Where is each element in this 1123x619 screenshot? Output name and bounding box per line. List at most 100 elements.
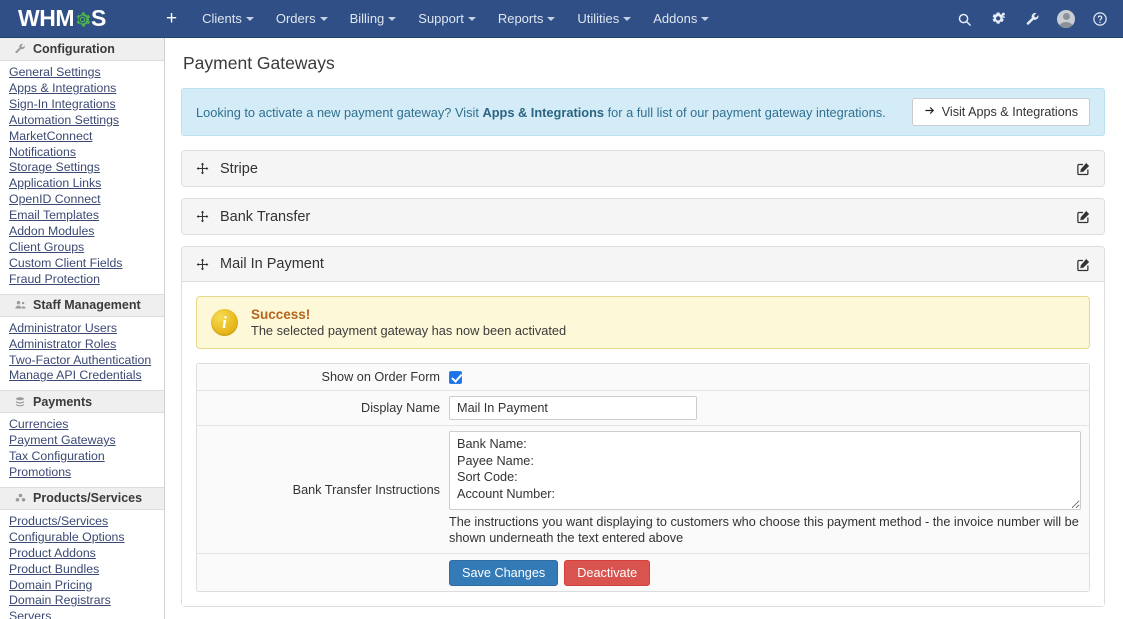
gateway-name-stripe: Stripe <box>220 160 258 177</box>
nav-menu-addons[interactable]: Addons <box>642 0 720 38</box>
gateway-name-bank-transfer: Bank Transfer <box>220 208 311 225</box>
sidebar-item-notifications[interactable]: Notifications <box>0 145 164 161</box>
sidebar-item-domain-registrars[interactable]: Domain Registrars <box>0 593 164 609</box>
sidebar-item-configurable-options[interactable]: Configurable Options <box>0 530 164 546</box>
nav-menu-billing[interactable]: Billing <box>339 0 408 38</box>
gateway-name-mail-in-payment: Mail In Payment <box>220 256 324 272</box>
page-title: Payment Gateways <box>183 53 335 73</box>
move-handle-icon[interactable] <box>196 162 209 175</box>
sidebar-item-marketconnect[interactable]: MarketConnect <box>0 129 164 145</box>
sidebar-item-client-groups[interactable]: Client Groups <box>0 240 164 256</box>
navbar-menu-list: + Clients Orders Billing Support Reports… <box>152 0 720 38</box>
coins-icon <box>12 396 28 408</box>
gateway-panel-bank-transfer-header[interactable]: Bank Transfer <box>182 199 1104 234</box>
sidebar-section-configuration: Configuration <box>0 38 164 61</box>
chevron-down-icon <box>388 17 397 22</box>
sidebar-item-manage-api-credentials[interactable]: Manage API Credentials <box>0 368 164 384</box>
bank-transfer-instructions-help: The instructions you want displaying to … <box>449 515 1079 545</box>
sidebar-item-product-bundles[interactable]: Product Bundles <box>0 562 164 578</box>
sidebar-item-custom-client-fields[interactable]: Custom Client Fields <box>0 256 164 272</box>
banner-text-after: for a full list of our payment gateway i… <box>604 104 886 120</box>
sidebar-list-configuration: General Settings Apps & Integrations Sig… <box>0 61 164 294</box>
nav-menu-reports[interactable]: Reports <box>487 0 567 38</box>
label-display-name: Display Name <box>361 401 440 415</box>
sidebar-item-administrator-roles[interactable]: Administrator Roles <box>0 337 164 353</box>
sidebar-section-configuration-label: Configuration <box>33 42 115 56</box>
sidebar-item-payment-gateways[interactable]: Payment Gateways <box>0 433 164 449</box>
save-changes-button[interactable]: Save Changes <box>449 560 559 586</box>
success-alert-message: The selected payment gateway has now bee… <box>251 323 567 338</box>
chevron-down-icon <box>245 17 254 22</box>
gateway-panel-mail-in-payment-body: i Success! The selected payment gateway … <box>182 282 1104 606</box>
move-handle-icon[interactable] <box>196 258 209 271</box>
sidebar: Configuration General Settings Apps & In… <box>0 38 165 619</box>
sidebar-section-staff-management-label: Staff Management <box>33 298 141 313</box>
sidebar-item-application-links[interactable]: Application Links <box>0 176 164 192</box>
edit-icon[interactable] <box>1076 257 1091 272</box>
chevron-down-icon <box>623 17 632 22</box>
nav-menu-support-label: Support <box>418 10 464 26</box>
nav-menu-clients[interactable]: Clients <box>191 0 265 38</box>
sidebar-list-staff-management: Administrator Users Administrator Roles … <box>0 317 164 391</box>
quick-add-button[interactable]: + <box>152 0 191 38</box>
sidebar-section-staff-management: Staff Management <box>0 293 164 317</box>
chevron-down-icon <box>467 17 476 22</box>
sidebar-item-tax-configuration[interactable]: Tax Configuration <box>0 449 164 465</box>
nav-menu-orders-label: Orders <box>275 10 316 26</box>
sidebar-item-domain-pricing[interactable]: Domain Pricing <box>0 578 164 594</box>
gateway-panel-mail-in-payment-header[interactable]: Mail In Payment <box>182 247 1104 282</box>
success-alert: i Success! The selected payment gateway … <box>196 296 1090 349</box>
sidebar-item-fraud-protection[interactable]: Fraud Protection <box>0 272 164 288</box>
banner-link-apps-integrations[interactable]: Apps & Integrations <box>482 105 604 120</box>
display-name-input[interactable] <box>449 396 697 420</box>
user-avatar-icon[interactable] <box>1049 0 1083 38</box>
search-icon[interactable] <box>947 0 981 38</box>
deactivate-button[interactable]: Deactivate <box>564 560 651 586</box>
gateway-panel-stripe-header[interactable]: Stripe <box>182 151 1104 186</box>
move-handle-icon[interactable] <box>196 210 209 223</box>
sidebar-item-servers[interactable]: Servers <box>0 609 164 619</box>
sidebar-item-addon-modules[interactable]: Addon Modules <box>0 224 164 240</box>
nav-menu-reports-label: Reports <box>497 10 544 26</box>
sidebar-item-administrator-users[interactable]: Administrator Users <box>0 321 164 337</box>
sidebar-item-sign-in-integrations[interactable]: Sign-In Integrations <box>0 97 164 113</box>
sidebar-item-products-services[interactable]: Products/Services <box>0 514 164 530</box>
form-row-bank-transfer-instructions: Bank Transfer Instructions Bank Name: Pa… <box>197 426 1089 554</box>
bank-transfer-instructions-textarea[interactable]: Bank Name: Payee Name: Sort Code: Accoun… <box>449 431 1081 510</box>
gateway-panel-stripe: Stripe <box>181 150 1105 187</box>
sidebar-item-general-settings[interactable]: General Settings <box>0 65 164 81</box>
sidebar-item-apps-integrations[interactable]: Apps & Integrations <box>0 81 164 97</box>
chevron-down-icon <box>547 17 556 22</box>
nav-menu-support[interactable]: Support <box>407 0 487 38</box>
sidebar-item-two-factor-authentication[interactable]: Two-Factor Authentication <box>0 353 164 369</box>
sidebar-item-automation-settings[interactable]: Automation Settings <box>0 113 164 129</box>
sidebar-item-currencies[interactable]: Currencies <box>0 417 164 433</box>
sidebar-item-email-templates[interactable]: Email Templates <box>0 208 164 224</box>
apps-integrations-banner: Looking to activate a new payment gatewa… <box>181 88 1105 136</box>
nav-menu-billing-label: Billing <box>349 10 385 26</box>
edit-icon[interactable] <box>1076 209 1091 224</box>
show-on-order-form-checkbox[interactable] <box>449 370 462 384</box>
sidebar-item-promotions[interactable]: Promotions <box>0 465 164 481</box>
gears-icon[interactable] <box>981 0 1015 38</box>
edit-icon[interactable] <box>1076 161 1091 176</box>
form-row-actions: Save Changes Deactivate <box>197 554 1089 591</box>
whmcs-logo[interactable]: WHM S <box>0 0 152 38</box>
info-circle-icon: i <box>211 309 238 336</box>
help-icon[interactable] <box>1083 0 1117 38</box>
sidebar-item-openid-connect[interactable]: OpenID Connect <box>0 192 164 208</box>
wrench-icon <box>12 43 28 55</box>
label-show-on-order-form: Show on Order Form <box>321 370 440 384</box>
cubes-icon <box>12 492 28 504</box>
sidebar-item-product-addons[interactable]: Product Addons <box>0 546 164 562</box>
nav-menu-utilities[interactable]: Utilities <box>566 0 642 38</box>
arrow-right-icon <box>924 105 936 119</box>
sidebar-list-products-services: Products/Services Configurable Options P… <box>0 510 164 619</box>
banner-text-before: Looking to activate a new payment gatewa… <box>196 104 483 120</box>
nav-menu-utilities-label: Utilities <box>577 10 620 26</box>
visit-apps-integrations-button[interactable]: Visit Apps & Integrations <box>911 98 1090 126</box>
sidebar-item-storage-settings[interactable]: Storage Settings <box>0 160 164 176</box>
wrench-icon[interactable] <box>1015 0 1049 38</box>
banner-text: Looking to activate a new payment gatewa… <box>196 105 886 120</box>
nav-menu-orders[interactable]: Orders <box>265 0 339 38</box>
